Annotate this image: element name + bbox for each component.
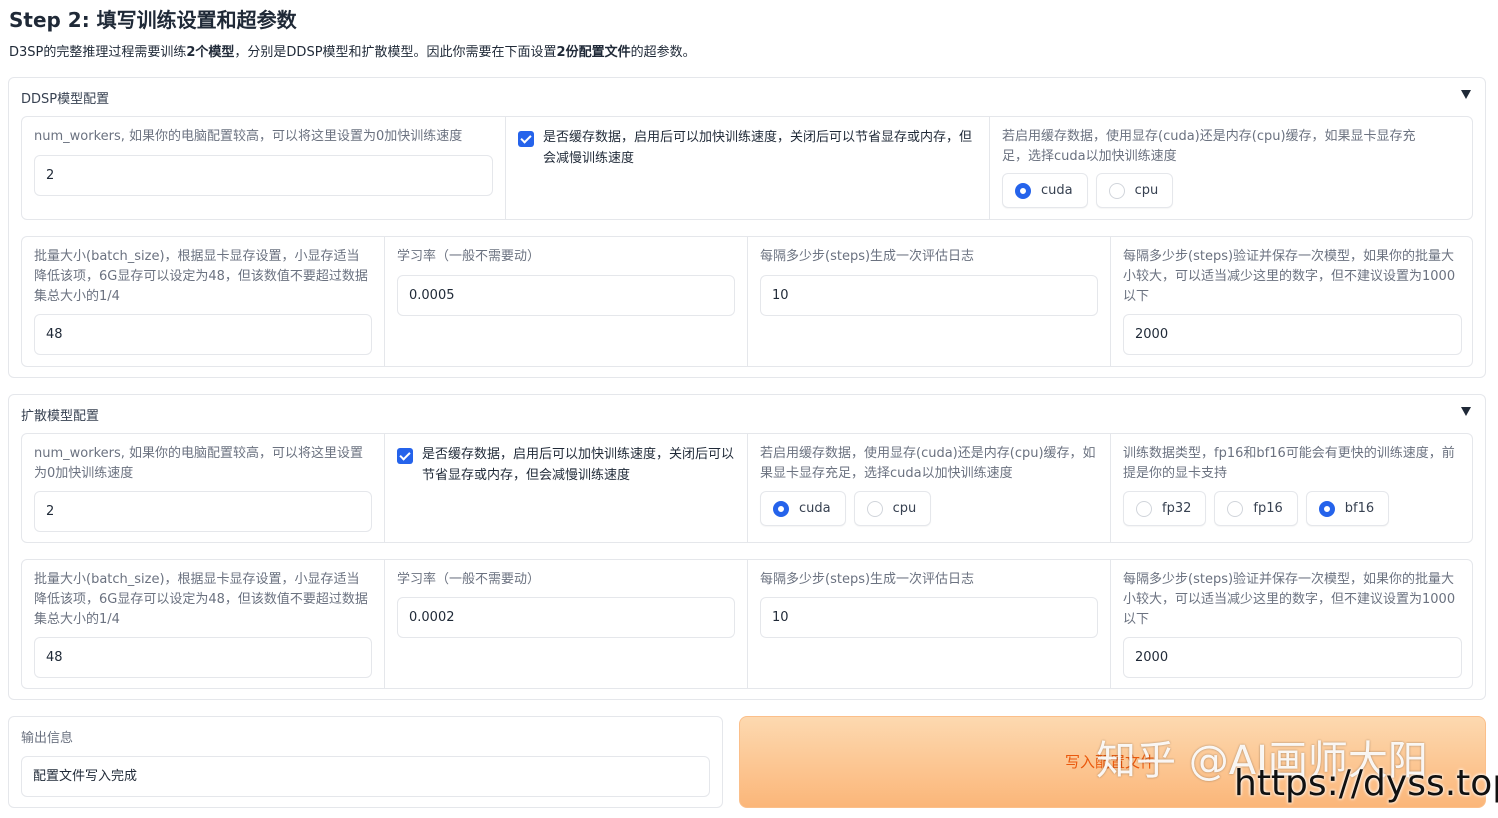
diff-batch-size-cell: 批量大小(batch_size)，根据显卡显存设置，小显存适当降低该项，6G显存… [22,560,385,688]
desc-text-3: 的超参数。 [630,45,696,60]
output-panel: 输出信息 配置文件写入完成 [8,716,723,808]
diff-cache-device-cell: 若启用缓存数据，使用显存(cuda)还是内存(cpu)缓存，如果显卡显存充足，选… [748,434,1111,542]
ddsp-batch-size-input[interactable]: 48 [34,314,372,355]
diff-cache-checkbox-row[interactable]: 是否缓存数据，启用后可以加快训练速度，关闭后可以节省显存或内存，但会减慢训练速度 [397,434,735,486]
output-label: 输出信息 [21,731,74,746]
diff-log-interval-label: 每隔多少步(steps)生成一次评估日志 [760,572,975,587]
diff-dtype-radio-group: fp32 fp16 bf16 [1123,491,1390,526]
collapse-triangle-icon[interactable] [1461,90,1471,99]
radio-label: bf16 [1344,501,1375,516]
ddsp-config-accordion: DDSP模型配置 num_workers, 如果你的电脑配置较高，可以将这里设置… [8,77,1486,378]
diff-log-interval-cell: 每隔多少步(steps)生成一次评估日志 10 [748,560,1111,688]
diff-radio-cpu[interactable]: cpu [853,491,932,526]
diff-num-workers-label: num_workers, 如果你的电脑配置较高，可以将这里设置为0加快训练速度 [34,446,364,481]
ddsp-save-interval-input[interactable]: 2000 [1123,314,1462,355]
ddsp-radio-cuda[interactable]: cuda [1002,173,1088,208]
diff-num-workers-input[interactable]: 2 [34,491,372,532]
diff-batch-size-label: 批量大小(batch_size)，根据显卡显存设置，小显存适当降低该项，6G显存… [34,572,368,627]
ddsp-lr-label: 学习率（一般不需要动） [397,249,541,264]
ddsp-cache-checkbox-row[interactable]: 是否缓存数据，启用后可以加快训练速度，关闭后可以节省显存或内存，但会减慢训练速度 [518,117,977,169]
radio-label: cuda [1041,183,1073,198]
radio-label: fp32 [1162,501,1192,516]
diff-log-interval-input[interactable]: 10 [760,597,1098,638]
radio-unselected-icon [1136,500,1152,517]
ddsp-cache-device-cell: 若启用缓存数据，使用显存(cuda)还是内存(cpu)缓存，如果显卡显存充足，选… [990,117,1472,219]
desc-bold-2: 2份配置文件 [556,45,631,60]
diffusion-row-1: num_workers, 如果你的电脑配置较高，可以将这里设置为0加快训练速度 … [21,433,1473,543]
diff-save-interval-input[interactable]: 2000 [1123,637,1462,678]
diff-save-interval-label: 每隔多少步(steps)验证并保存一次模型，如果你的批量大小较大，可以适当减少这… [1123,572,1456,627]
diff-cache-cell: 是否缓存数据，启用后可以加快训练速度，关闭后可以节省显存或内存，但会减慢训练速度 [385,434,748,542]
diff-radio-fp32[interactable]: fp32 [1123,491,1207,526]
output-textbox[interactable]: 配置文件写入完成 [21,756,710,797]
diff-cache-checkbox[interactable] [397,448,413,464]
diff-radio-cuda[interactable]: cuda [760,491,846,526]
desc-text-1: D3SP的完整推理过程需要训练 [9,45,187,60]
radio-selected-icon [1015,182,1031,199]
diff-lr-cell: 学习率（一般不需要动） 0.0002 [385,560,748,688]
radio-unselected-icon [1108,182,1125,199]
diff-batch-size-input[interactable]: 48 [34,637,372,678]
ddsp-num-workers-label: num_workers, 如果你的电脑配置较高，可以将这里设置为0加快训练速度 [34,129,463,144]
ddsp-cache-label: 是否缓存数据，启用后可以加快训练速度，关闭后可以节省显存或内存，但会减慢训练速度 [543,130,973,166]
ddsp-log-interval-label: 每隔多少步(steps)生成一次评估日志 [760,249,975,264]
ddsp-save-interval-cell: 每隔多少步(steps)验证并保存一次模型，如果你的批量大小较大，可以适当减少这… [1111,237,1472,366]
diffusion-config-accordion: 扩散模型配置 num_workers, 如果你的电脑配置较高，可以将这里设置为0… [8,394,1486,700]
ddsp-cache-checkbox[interactable] [518,131,534,147]
ddsp-log-interval-input[interactable]: 10 [760,275,1098,316]
ddsp-radio-cpu[interactable]: cpu [1095,173,1174,208]
diffusion-row-2: 批量大小(batch_size)，根据显卡显存设置，小显存适当降低该项，6G显存… [21,559,1473,689]
diffusion-accordion-header[interactable]: 扩散模型配置 [21,405,99,424]
diff-radio-fp16[interactable]: fp16 [1214,491,1298,526]
desc-bold-1: 2个模型 [186,45,235,60]
radio-label: fp16 [1253,501,1283,516]
radio-unselected-icon [1227,500,1244,517]
diff-dtype-cell: 训练数据类型，fp16和bf16可能会有更快的训练速度，前提是你的显卡支持 fp… [1111,434,1472,542]
page-description: D3SP的完整推理过程需要训练2个模型，分别是DDSP模型和扩散模型。因此你需要… [9,41,696,60]
radio-label: cpu [892,501,917,516]
radio-label: cpu [1134,183,1159,198]
ddsp-num-workers-cell: num_workers, 如果你的电脑配置较高，可以将这里设置为0加快训练速度 … [22,117,506,219]
ddsp-log-interval-cell: 每隔多少步(steps)生成一次评估日志 10 [748,237,1111,366]
ddsp-row-1: num_workers, 如果你的电脑配置较高，可以将这里设置为0加快训练速度 … [21,116,1473,220]
diff-lr-input[interactable]: 0.0002 [397,597,735,638]
ddsp-cache-device-radio-group: cuda cpu [1002,173,1174,208]
ddsp-cache-cell: 是否缓存数据，启用后可以加快训练速度，关闭后可以节省显存或内存，但会减慢训练速度 [506,117,990,219]
radio-unselected-icon [866,500,883,517]
diff-cache-device-radio-group: cuda cpu [760,491,932,526]
diff-cache-device-label: 若启用缓存数据，使用显存(cuda)还是内存(cpu)缓存，如果显卡显存充足，选… [760,446,1096,481]
diff-num-workers-cell: num_workers, 如果你的电脑配置较高，可以将这里设置为0加快训练速度 … [22,434,385,542]
ddsp-batch-size-label: 批量大小(batch_size)，根据显卡显存设置，小显存适当降低该项，6G显存… [34,249,368,304]
ddsp-save-interval-label: 每隔多少步(steps)验证并保存一次模型，如果你的批量大小较大，可以适当减少这… [1123,249,1456,304]
diff-cache-label: 是否缓存数据，启用后可以加快训练速度，关闭后可以节省显存或内存，但会减慢训练速度 [422,447,735,483]
ddsp-lr-input[interactable]: 0.0005 [397,275,735,316]
diff-lr-label: 学习率（一般不需要动） [397,572,541,587]
ddsp-cache-device-label: 若启用缓存数据，使用显存(cuda)还是内存(cpu)缓存，如果显卡显存充足，选… [1002,129,1416,164]
ddsp-lr-cell: 学习率（一般不需要动） 0.0005 [385,237,748,366]
diff-dtype-label: 训练数据类型，fp16和bf16可能会有更快的训练速度，前提是你的显卡支持 [1123,446,1455,481]
radio-selected-icon [773,500,789,517]
page-title: Step 2: 填写训练设置和超参数 [9,8,297,32]
ddsp-row-2: 批量大小(batch_size)，根据显卡显存设置，小显存适当降低该项，6G显存… [21,236,1473,367]
ddsp-batch-size-cell: 批量大小(batch_size)，根据显卡显存设置，小显存适当降低该项，6G显存… [22,237,385,366]
radio-label: cuda [799,501,831,516]
ddsp-accordion-header[interactable]: DDSP模型配置 [21,88,109,107]
diff-save-interval-cell: 每隔多少步(steps)验证并保存一次模型，如果你的批量大小较大，可以适当减少这… [1111,560,1472,688]
ddsp-num-workers-input[interactable]: 2 [34,155,493,196]
desc-text-2: ，分别是DDSP模型和扩散模型。因此你需要在下面设置 [234,45,557,60]
diff-radio-bf16[interactable]: bf16 [1305,491,1390,526]
collapse-triangle-icon[interactable] [1461,407,1471,416]
watermark-url: https://dyss.top [1234,763,1498,804]
radio-selected-icon [1318,500,1335,517]
